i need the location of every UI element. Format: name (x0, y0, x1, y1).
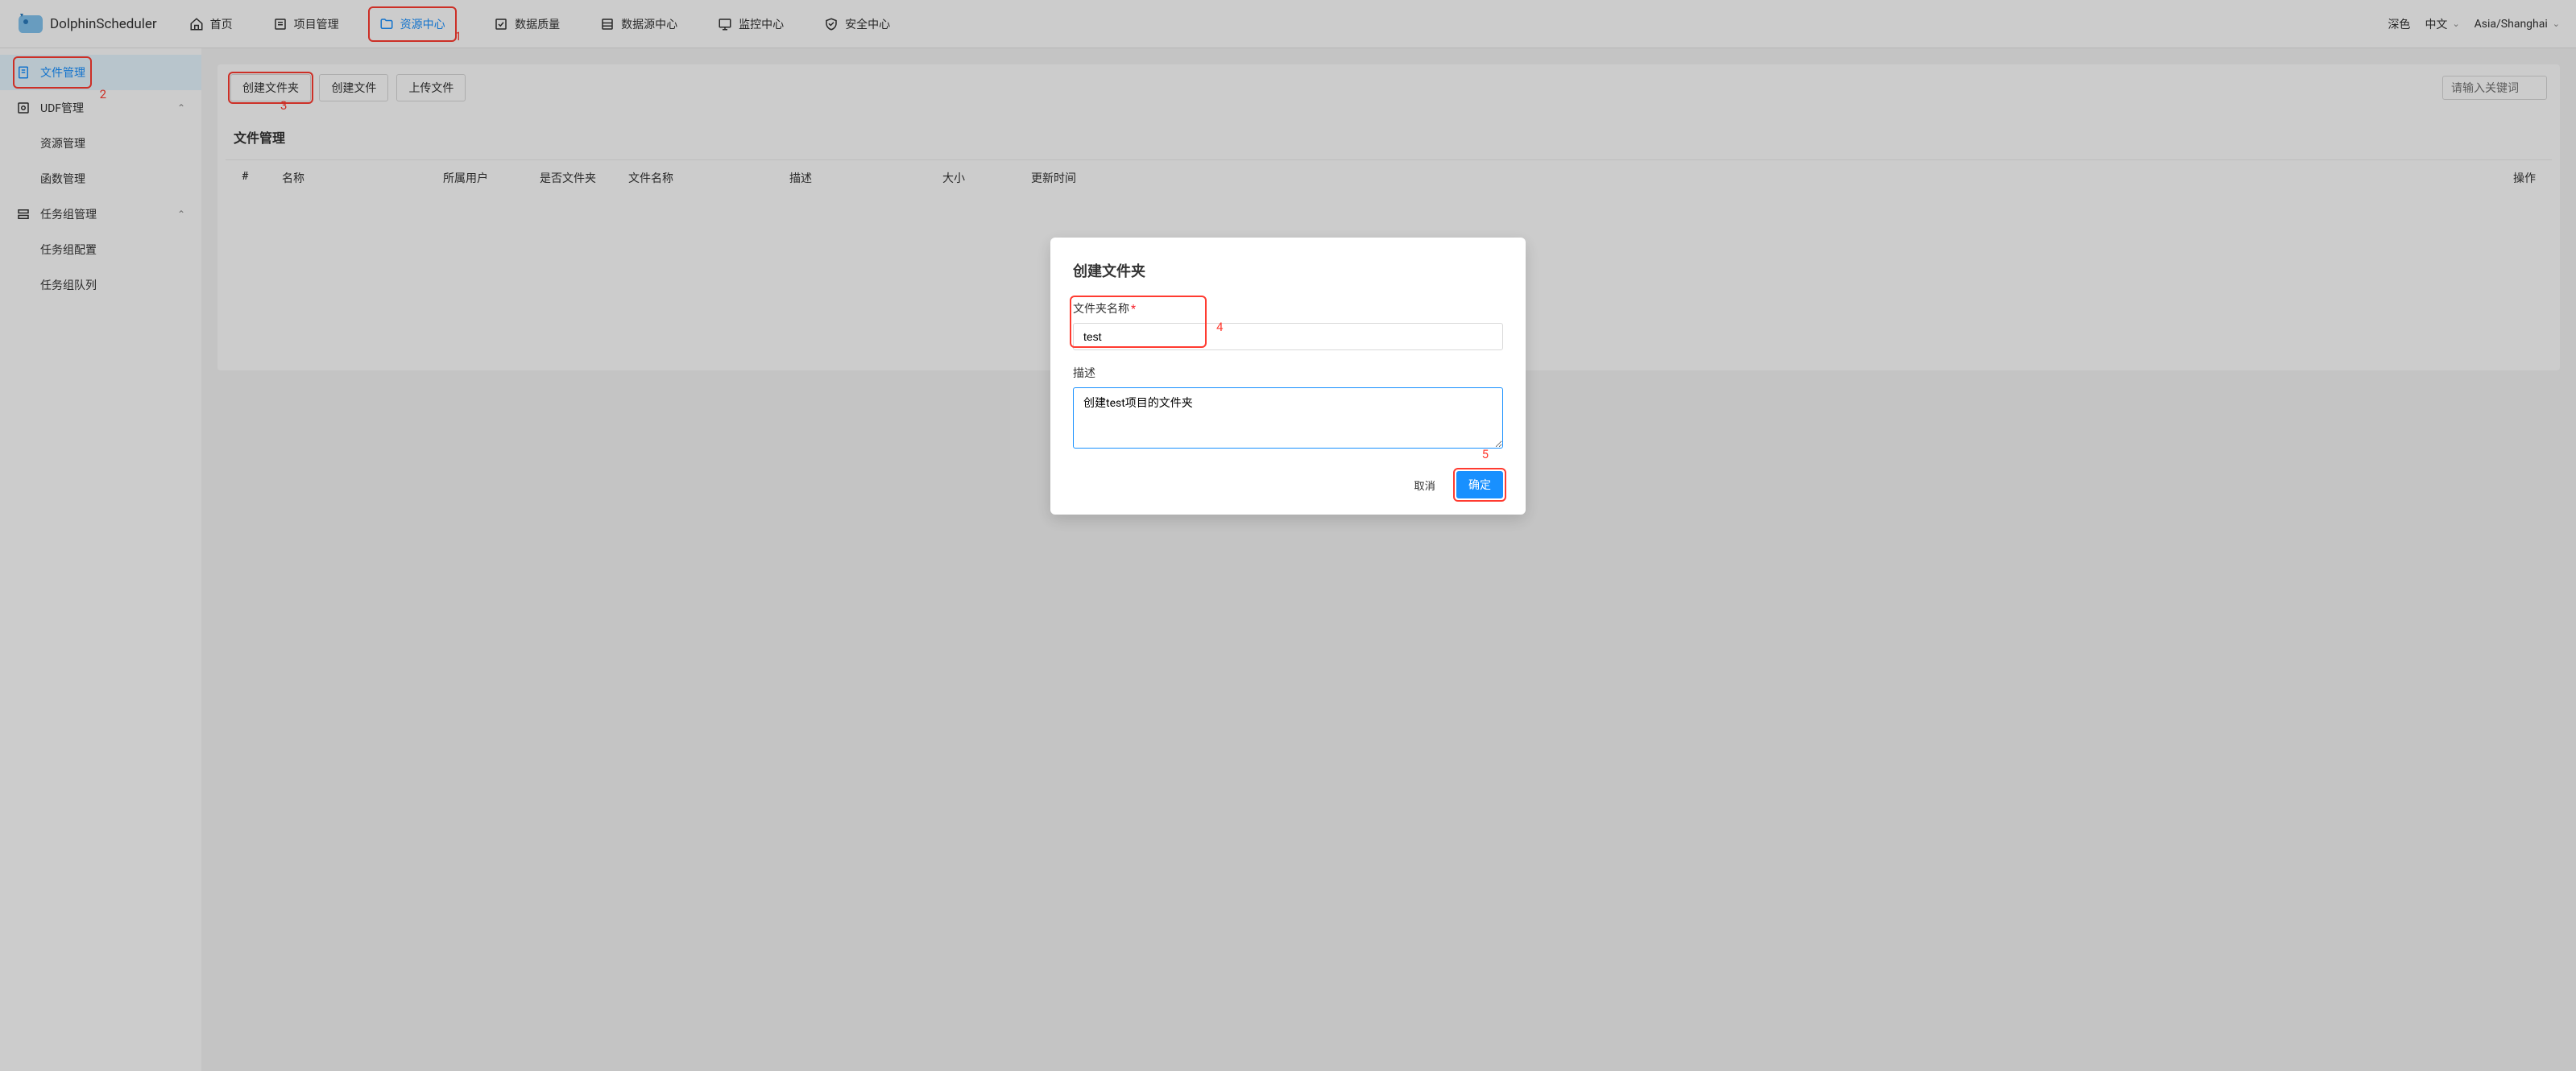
modal-footer: 取消 确定 5 (1073, 471, 1503, 498)
description-label: 描述 (1073, 365, 1503, 381)
folder-name-input[interactable] (1073, 323, 1503, 350)
description-textarea[interactable]: 创建test项目的文件夹 (1073, 387, 1503, 449)
modal-overlay[interactable]: 创建文件夹 文件夹名称* 4 描述 创建test项目的文件夹 取消 确定 5 (0, 0, 2576, 1071)
required-indicator: * (1131, 303, 1136, 316)
create-folder-modal: 创建文件夹 文件夹名称* 4 描述 创建test项目的文件夹 取消 确定 5 (1050, 238, 1526, 515)
button-label: 确定 (1468, 478, 1491, 491)
modal-title: 创建文件夹 (1073, 260, 1503, 281)
button-label: 取消 (1414, 480, 1435, 492)
confirm-button[interactable]: 确定 (1456, 471, 1503, 498)
cancel-button[interactable]: 取消 (1406, 473, 1443, 498)
folder-name-label: 文件夹名称* (1073, 300, 1503, 316)
